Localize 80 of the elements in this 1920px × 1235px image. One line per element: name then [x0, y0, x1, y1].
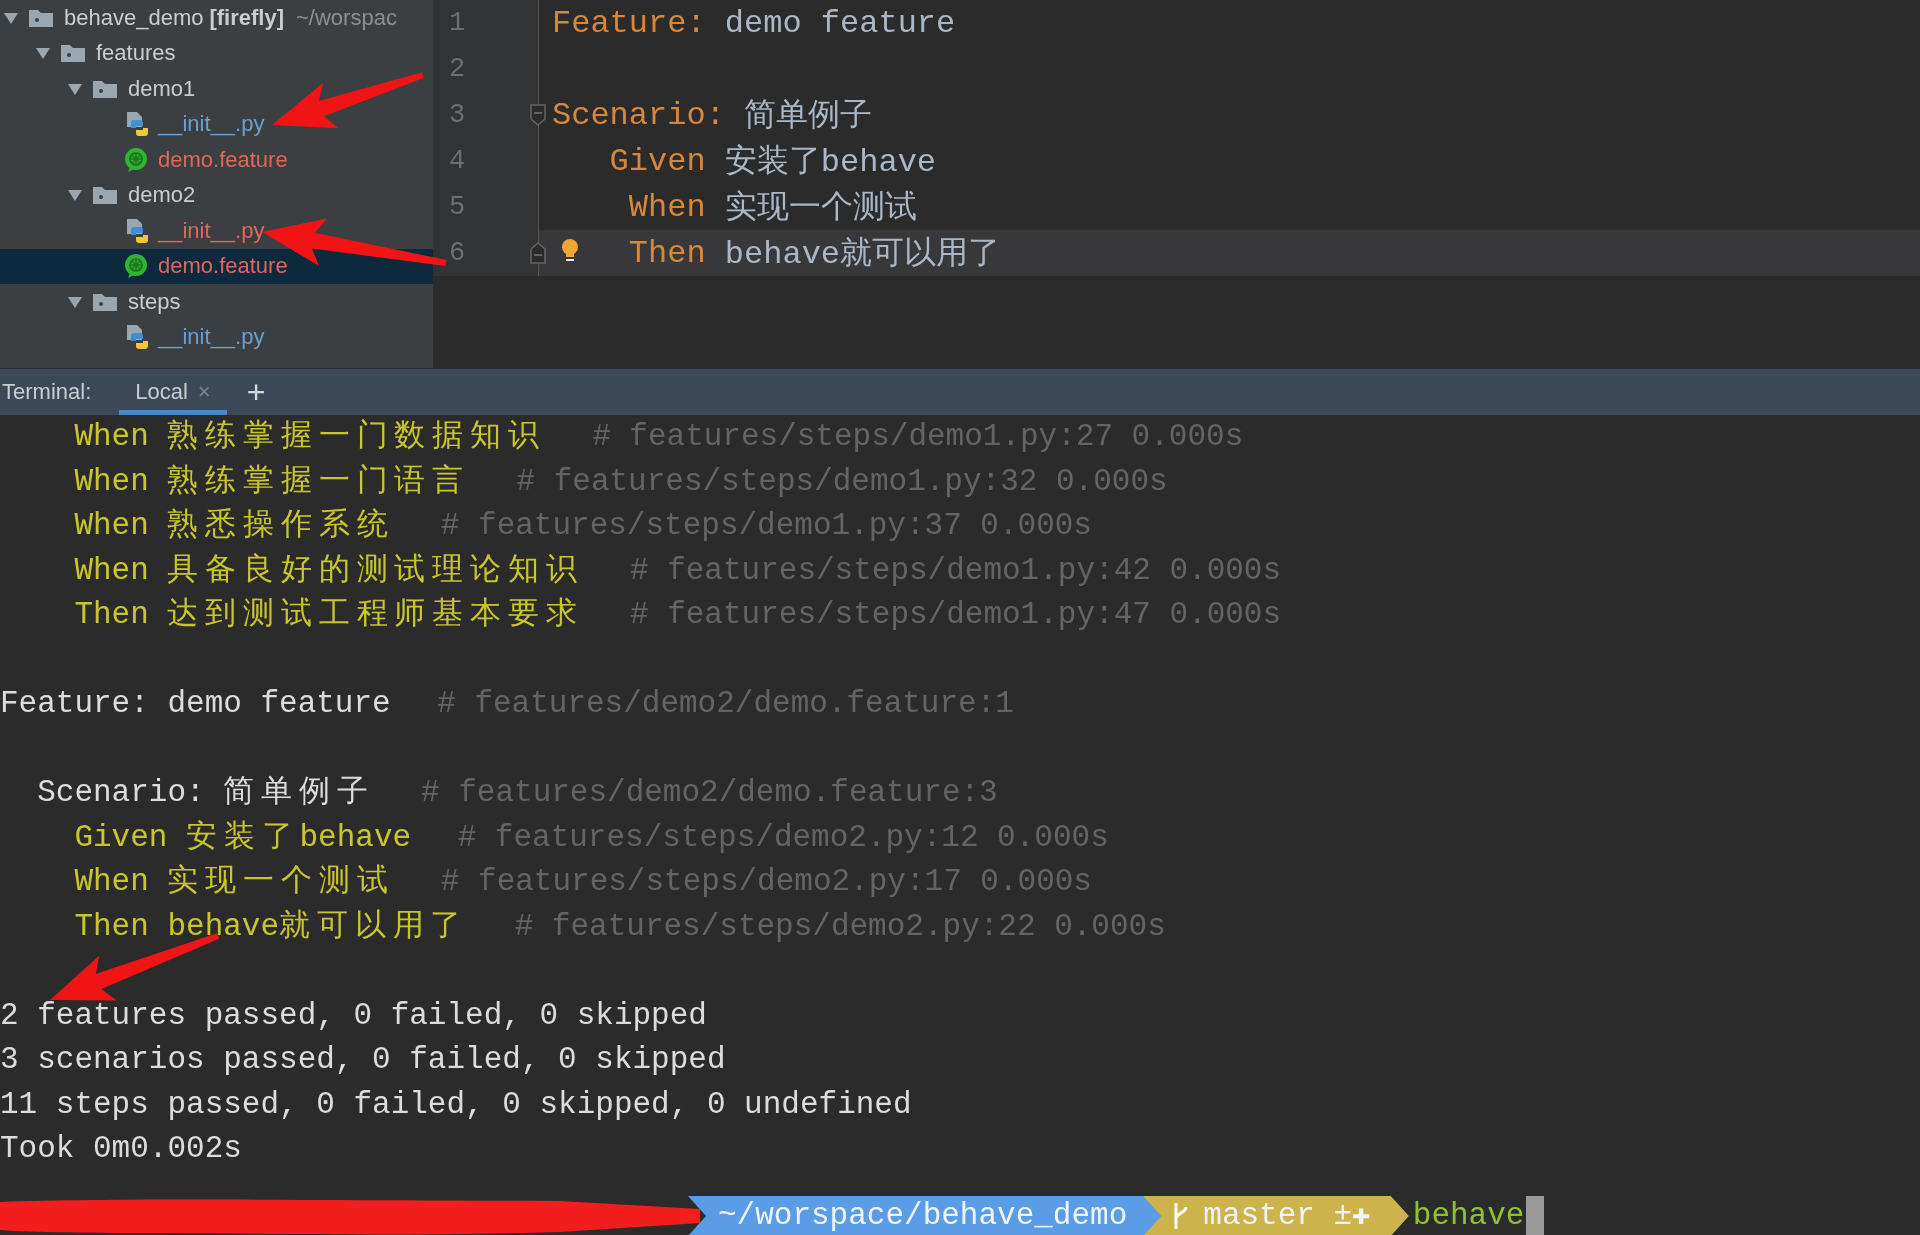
output-text: Then behave就可以用了 [74, 907, 469, 946]
tree-item[interactable]: steps [0, 284, 433, 320]
file-name: __init__.py [158, 324, 265, 351]
cucumber-file-icon [124, 253, 148, 280]
file-name: demo1 [128, 75, 196, 102]
python-file-icon [124, 217, 148, 244]
line-number: 1 [449, 8, 466, 38]
folder-icon [92, 185, 118, 206]
file-name: features [96, 40, 176, 67]
line-number: 2 [449, 54, 466, 84]
output-text: When 具备良好的测试理论知识 [74, 551, 584, 590]
comment-text: # features/steps/demo2.py:12 0.000s [457, 818, 1109, 857]
gherkin-keyword: Given [609, 142, 706, 180]
output-text: Took 0m0.002s [0, 1130, 242, 1168]
terminal-label: Terminal: [1, 379, 92, 405]
cucumber-file-icon [124, 146, 148, 173]
gherkin-keyword: Feature: [552, 4, 706, 42]
python-file-icon [124, 324, 148, 351]
output-text: 11 steps passed, 0 failed, 0 skipped, 0 undefined [0, 1085, 912, 1124]
folder-icon [28, 7, 54, 28]
comment-text: # features/demo2/demo.feature:1 [437, 685, 1014, 723]
comment-text: # features/steps/demo2.py:17 0.000s [440, 863, 1092, 901]
output-text: Scenario: 简单例子 [37, 774, 375, 812]
fold-marker-icon[interactable] [529, 103, 547, 127]
gherkin-keyword: Then [628, 234, 706, 272]
line-number: 6 [449, 238, 466, 268]
add-tab-button[interactable]: + [246, 373, 266, 411]
output-text: When 实现一个测试 [74, 863, 395, 901]
tree-item[interactable]: demo.feature [0, 142, 433, 178]
line-number: 5 [449, 192, 466, 222]
tree-item[interactable]: __init__.py [0, 106, 433, 142]
gherkin-keyword: Scenario: [552, 96, 725, 134]
file-name: demo.feature [158, 146, 288, 173]
output-text: Then 达到测试工程师基本要求 [74, 596, 584, 634]
tree-item[interactable]: __init__.py [0, 319, 433, 355]
tab-label: Local [135, 379, 188, 405]
python-file-icon [124, 111, 148, 138]
comment-text: # features/steps/demo1.py:32 0.000s [516, 462, 1168, 501]
gherkin-text: 实现一个测试 [724, 189, 917, 229]
comment-text: # features/steps/demo2.py:22 0.000s [514, 907, 1166, 946]
text-cursor [1526, 1196, 1545, 1235]
gherkin-text: 简单例子 [744, 97, 872, 137]
tree-item[interactable]: behave_demo [firefly] ~/worspac [0, 0, 433, 36]
output-text: 2 features passed, 0 failed, 0 skipped [0, 996, 707, 1035]
tree-item[interactable]: demo1 [0, 71, 433, 107]
terminal-tab[interactable]: Local × [119, 369, 227, 415]
gherkin-text: 安装了behave [724, 143, 937, 183]
file-name: demo.feature [158, 253, 288, 280]
fold-marker-icon[interactable] [529, 241, 547, 265]
tree-item[interactable]: demo.feature [0, 248, 433, 284]
project-path: ~/worspac [296, 4, 397, 31]
output-text: 3 scenarios passed, 0 failed, 0 skipped [0, 1041, 726, 1079]
folder-icon [60, 43, 86, 64]
output-text: When 熟悉操作系统 [74, 507, 395, 545]
comment-text: # features/steps/demo1.py:37 0.000s [440, 507, 1092, 545]
comment-text: # features/steps/demo1.py:47 0.000s [629, 596, 1282, 634]
gherkin-text: behave就可以用了 [724, 235, 1001, 275]
gherkin-keyword: When [628, 188, 706, 226]
tree-item[interactable]: __init__.py [0, 213, 433, 249]
folder-icon [92, 291, 118, 312]
file-name: __init__.py [158, 111, 265, 138]
project-tag: [firefly] [209, 4, 284, 31]
output-text: When 熟练掌握一门语言 [74, 462, 470, 501]
folder-icon [92, 78, 118, 99]
file-name: __init__.py [158, 217, 265, 244]
comment-text: # features/steps/demo1.py:27 0.000s [592, 418, 1244, 456]
tree-item[interactable]: features [0, 35, 433, 71]
file-name: demo2 [128, 182, 196, 209]
tree-item[interactable]: demo2 [0, 177, 433, 213]
branch-name: master ±✚ [1203, 1196, 1371, 1235]
line-number: 4 [449, 146, 466, 176]
command-text: behave [1412, 1196, 1525, 1235]
file-name: behave_demo [64, 4, 204, 31]
line-number: 3 [449, 100, 466, 130]
comment-text: # features/steps/demo1.py:42 0.000s [629, 551, 1282, 590]
comment-text: # features/demo2/demo.feature:3 [421, 774, 998, 812]
gherkin-text: demo feature [724, 4, 956, 42]
output-text: When 熟练掌握一门数据知识 [74, 418, 546, 456]
file-name: steps [128, 288, 181, 315]
output-text: Feature: demo feature [0, 685, 391, 723]
